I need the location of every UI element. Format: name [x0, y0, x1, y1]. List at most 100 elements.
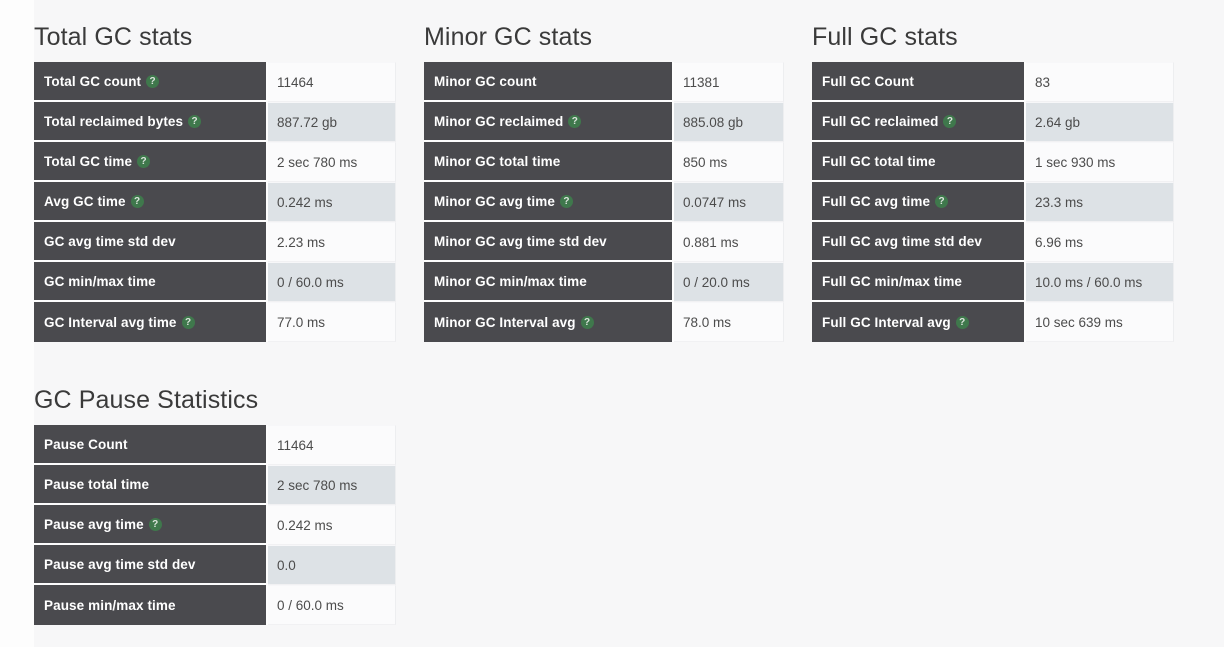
- help-question-icon[interactable]: [181, 315, 195, 329]
- table-row: Total GC time 2 sec 780 ms: [34, 142, 396, 182]
- row-label-text: Full GC reclaimed: [822, 113, 939, 129]
- table-row: Full GC min/max time 10.0 ms / 60.0 ms: [812, 262, 1174, 302]
- row-label-text: Minor GC count: [434, 73, 537, 89]
- panel-full-gc-stats: Full GC stats Full GC Count 83 Full GC recl…: [812, 22, 1174, 342]
- row-label-cell: Minor GC Interval avg: [424, 302, 674, 342]
- help-question-icon[interactable]: [137, 154, 151, 168]
- help-question-icon[interactable]: [146, 74, 160, 88]
- row-value-cell: 0.242 ms: [268, 182, 396, 222]
- table-row: Minor GC avg time 0.0747 ms: [424, 182, 784, 222]
- row-label-text: Minor GC total time: [434, 153, 561, 169]
- row-label-text: GC avg time std dev: [44, 233, 176, 249]
- table-row: Full GC total time 1 sec 930 ms: [812, 142, 1174, 182]
- help-question-icon[interactable]: [943, 114, 957, 128]
- row-label-cell: Total GC time: [34, 142, 268, 182]
- table-row: GC Interval avg time 77.0 ms: [34, 302, 396, 342]
- row-value-cell: 2 sec 780 ms: [268, 465, 396, 505]
- table-total-gc-stats: Total GC count11464Total reclaimed bytes…: [34, 62, 396, 342]
- panel-minor-gc-stats: Minor GC stats Minor GC count 11381 Minor G…: [424, 22, 784, 342]
- table-row: GC avg time std dev 2.23 ms: [34, 222, 396, 262]
- table-row: Pause avg time 0.242 ms: [34, 505, 396, 545]
- gc-statistics-page: Total GC statsTotal GC count11464Total r…: [0, 0, 1224, 647]
- row-value-cell: 1 sec 930 ms: [1026, 142, 1174, 182]
- help-question-icon[interactable]: [130, 194, 144, 208]
- row-value-cell: 10 sec 639 ms: [1026, 302, 1174, 342]
- row-label-cell: Pause min/max time: [34, 585, 268, 625]
- help-question-icon[interactable]: [148, 517, 162, 531]
- row-label-cell: Minor GC min/max time: [424, 262, 674, 302]
- row-label-text: Total GC count: [44, 73, 142, 89]
- table-row: Minor GC count 11381: [424, 62, 784, 102]
- panel-title-minor-gc-stats: Minor GC stats: [424, 23, 593, 51]
- row-label-cell: Pause avg time: [34, 505, 268, 545]
- help-question-icon[interactable]: [568, 114, 582, 128]
- row-value-cell: 6.96 ms: [1026, 222, 1174, 262]
- table-row: Pause min/max time 0 / 60.0 ms: [34, 585, 396, 625]
- table-row: Minor GC total time 850 ms: [424, 142, 784, 182]
- table-full-gc-stats: Full GC Count83Full GC reclaimed2.64 gbF…: [812, 62, 1174, 342]
- row-value-cell: 850 ms: [674, 142, 784, 182]
- row-value-cell: 0 / 20.0 ms: [674, 262, 784, 302]
- help-question-icon[interactable]: [188, 114, 202, 128]
- row-label-cell: Full GC avg time: [812, 182, 1026, 222]
- row-value-cell: 10.0 ms / 60.0 ms: [1026, 262, 1174, 302]
- row-value-cell: 0.242 ms: [268, 505, 396, 545]
- row-label-text: Full GC Count: [822, 73, 915, 89]
- row-value-cell: 2.23 ms: [268, 222, 396, 262]
- table-row: Pause Count 11464: [34, 425, 396, 465]
- row-label-text: Pause min/max time: [44, 597, 176, 613]
- row-label-cell: Minor GC reclaimed: [424, 102, 674, 142]
- table-row: Full GC Interval avg 10 sec 639 ms: [812, 302, 1174, 342]
- row-label-text: Full GC Interval avg: [822, 314, 951, 330]
- row-label-cell: Full GC Count: [812, 62, 1026, 102]
- row-label-text: GC min/max time: [44, 273, 156, 289]
- row-label-cell: Avg GC time: [34, 182, 268, 222]
- row-label-cell: Total reclaimed bytes: [34, 102, 268, 142]
- row-label-text: Pause total time: [44, 476, 150, 492]
- table-row: Full GC avg time 23.3 ms: [812, 182, 1174, 222]
- row-label-cell: Full GC total time: [812, 142, 1026, 182]
- row-value-cell: 0 / 60.0 ms: [268, 262, 396, 302]
- row-label-cell: Pause Count: [34, 425, 268, 465]
- row-label-text: Total GC time: [44, 153, 133, 169]
- help-question-icon[interactable]: [955, 315, 969, 329]
- help-question-icon[interactable]: [935, 194, 949, 208]
- row-value-cell: 887.72 gb: [268, 102, 396, 142]
- row-label-text: Minor GC avg time: [434, 193, 555, 209]
- row-label-text: Minor GC min/max time: [434, 273, 587, 289]
- row-label-cell: GC min/max time: [34, 262, 268, 302]
- table-row: Total reclaimed bytes 887.72 gb: [34, 102, 396, 142]
- row-label-cell: Minor GC total time: [424, 142, 674, 182]
- row-label-text: Full GC avg time std dev: [822, 233, 982, 249]
- row-label-text: Total reclaimed bytes: [44, 113, 184, 129]
- help-question-icon[interactable]: [580, 315, 594, 329]
- row-value-cell: 11464: [268, 425, 396, 465]
- table-row: Full GC avg time std dev 6.96 ms: [812, 222, 1174, 262]
- row-label-cell: Pause avg time std dev: [34, 545, 268, 585]
- row-label-text: Minor GC Interval avg: [434, 314, 576, 330]
- row-value-cell: 23.3 ms: [1026, 182, 1174, 222]
- table-row: Full GC Count 83: [812, 62, 1174, 102]
- row-label-text: Minor GC avg time std dev: [434, 233, 607, 249]
- row-value-cell: 0.0: [268, 545, 396, 585]
- table-row: Pause total time 2 sec 780 ms: [34, 465, 396, 505]
- table-gc-pause-statistics: Pause Count 11464 Pause total time 2 sec 78…: [34, 425, 396, 625]
- table-row: Pause avg time std dev 0.0: [34, 545, 396, 585]
- gc-statistics-content: Total GC statsTotal GC count11464Total r…: [0, 0, 1224, 647]
- row-label-cell: GC Interval avg time: [34, 302, 268, 342]
- panel-total-gc-stats: Total GC statsTotal GC count11464Total r…: [34, 22, 396, 342]
- row-label-cell: Minor GC avg time: [424, 182, 674, 222]
- row-label-text: Pause Count: [44, 436, 128, 452]
- row-label-text: Full GC min/max time: [822, 273, 963, 289]
- panel-title-gc-pause-statistics: GC Pause Statistics: [34, 386, 259, 414]
- row-value-cell: 0.881 ms: [674, 222, 784, 262]
- row-label-cell: Pause total time: [34, 465, 268, 505]
- row-value-cell: 2.64 gb: [1026, 102, 1174, 142]
- table-row: Minor GC min/max time 0 / 20.0 ms: [424, 262, 784, 302]
- help-question-icon[interactable]: [559, 194, 573, 208]
- row-label-text: Pause avg time std dev: [44, 556, 196, 572]
- row-value-cell: 2 sec 780 ms: [268, 142, 396, 182]
- row-label-cell: Full GC Interval avg: [812, 302, 1026, 342]
- row-label-cell: Total GC count: [34, 62, 268, 102]
- table-row: Minor GC reclaimed 885.08 gb: [424, 102, 784, 142]
